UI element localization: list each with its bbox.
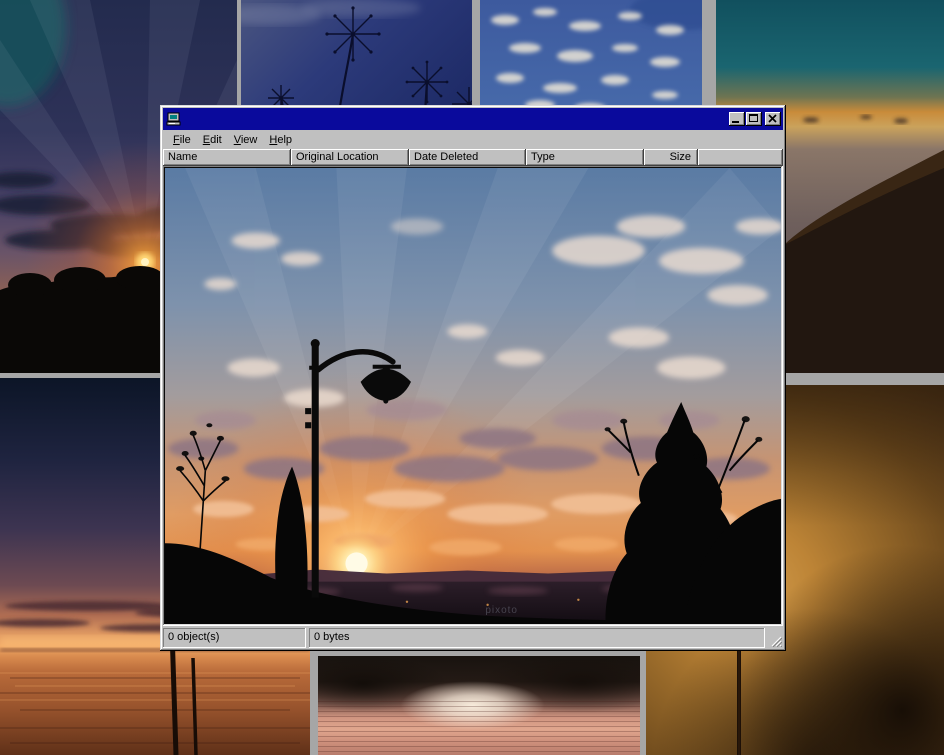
status-bar: 0 object(s) 0 bytes <box>163 628 783 648</box>
menu-help[interactable]: Help <box>263 132 298 148</box>
background-photo-water-reflection <box>318 656 640 755</box>
close-icon <box>768 114 777 123</box>
list-view[interactable]: pixoto <box>163 166 783 626</box>
desktop: { "window": { "title": "", "controls": [… <box>0 0 944 755</box>
minimize-button[interactable] <box>729 112 745 126</box>
column-header-original-location[interactable]: Original Location <box>291 149 409 166</box>
status-objects: 0 object(s) <box>163 628 306 648</box>
photo-watermark: pixoto <box>485 605 518 616</box>
maximize-button[interactable] <box>746 112 762 126</box>
maximize-icon <box>749 114 758 122</box>
resize-grip[interactable] <box>768 628 783 648</box>
close-button[interactable] <box>765 112 781 126</box>
recycle-bin-window: File Edit View Help Name Original Locati… <box>160 105 786 651</box>
column-header-type[interactable]: Type <box>526 149 644 166</box>
title-bar[interactable] <box>163 108 783 130</box>
menu-view[interactable]: View <box>228 132 264 148</box>
column-header-date-deleted[interactable]: Date Deleted <box>409 149 526 166</box>
status-size: 0 bytes <box>309 628 765 648</box>
menu-edit[interactable]: Edit <box>197 132 228 148</box>
column-header-name[interactable]: Name <box>163 149 291 166</box>
minimize-icon <box>732 121 739 123</box>
column-header-size[interactable]: Size <box>644 149 698 166</box>
resize-grip-icon <box>769 634 782 647</box>
column-header-row: Name Original Location Date Deleted Type… <box>163 149 783 166</box>
water-ripples <box>318 701 640 755</box>
window-icon[interactable] <box>166 111 182 127</box>
menu-bar: File Edit View Help <box>163 130 783 149</box>
menu-file[interactable]: File <box>167 132 197 148</box>
sunset-streetlamp-photo <box>165 168 781 624</box>
column-header-filler[interactable] <box>698 149 783 166</box>
